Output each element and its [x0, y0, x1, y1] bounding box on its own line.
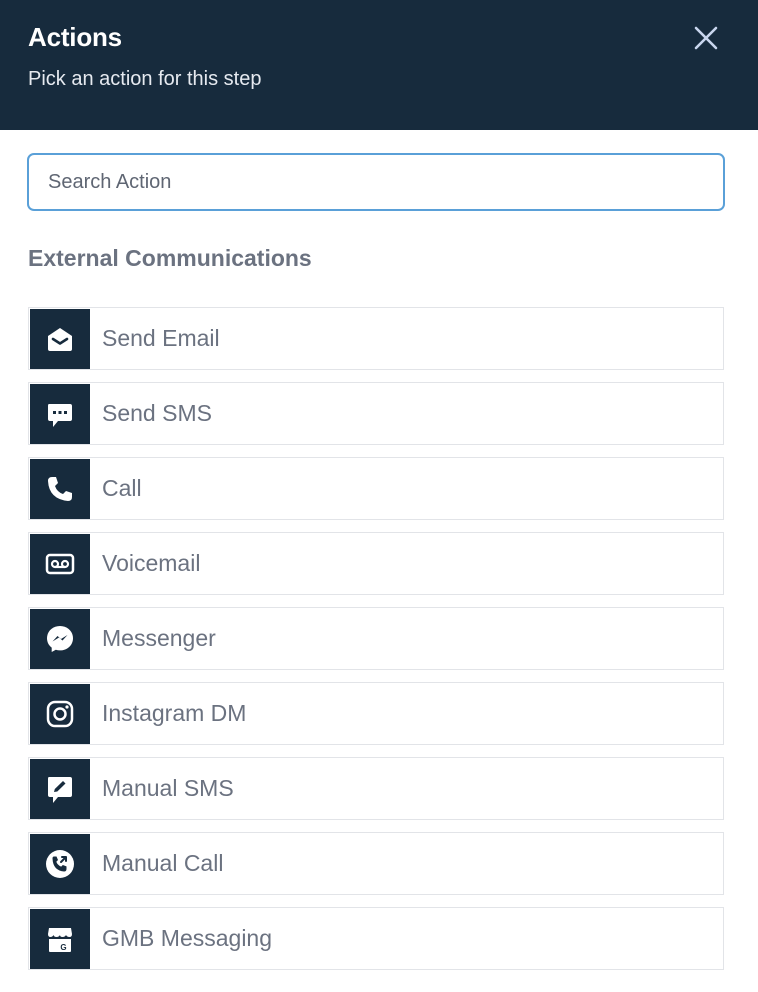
action-label: Call	[102, 475, 142, 501]
envelope-open-icon	[48, 328, 72, 351]
messenger-icon	[47, 626, 73, 652]
action-list: Send Email Send SMS Call Voicemail Messe…	[28, 307, 724, 982]
action-label: Instagram DM	[102, 700, 247, 726]
instagram-icon	[46, 700, 74, 728]
action-instagram-dm[interactable]: Instagram DM	[28, 682, 724, 745]
actions-panel-header: Actions Pick an action for this step	[0, 0, 758, 130]
action-send-email[interactable]: Send Email	[28, 307, 724, 370]
action-manual-call[interactable]: Manual Call	[28, 832, 724, 895]
action-messenger[interactable]: Messenger	[28, 607, 724, 670]
action-label: Manual SMS	[102, 775, 234, 801]
action-label: GMB Messaging	[102, 925, 273, 951]
close-button[interactable]	[690, 22, 722, 54]
panel-subtitle: Pick an action for this step	[28, 68, 262, 90]
panel-title: Actions	[28, 22, 122, 52]
action-call[interactable]: Call	[28, 457, 724, 520]
action-label: Send SMS	[102, 400, 212, 426]
action-label: Voicemail	[102, 550, 201, 576]
chat-pencil-icon	[48, 777, 72, 803]
storefront-icon: G	[48, 928, 72, 952]
phone-icon	[48, 477, 72, 501]
search-action-input[interactable]	[27, 153, 725, 211]
action-label: Messenger	[102, 625, 216, 651]
action-label: Manual Call	[102, 850, 224, 876]
phone-outgoing-icon	[46, 850, 74, 878]
action-manual-sms[interactable]: Manual SMS	[28, 757, 724, 820]
action-label: Send Email	[102, 325, 220, 351]
action-gmb-messaging[interactable]: G GMB Messaging	[28, 907, 724, 970]
action-voicemail[interactable]: Voicemail	[28, 532, 724, 595]
chat-dots-icon	[48, 404, 72, 427]
svg-text:G: G	[60, 943, 66, 952]
section-title-external-communications: External Communications	[28, 245, 312, 271]
close-icon	[694, 26, 718, 50]
action-send-sms[interactable]: Send SMS	[28, 382, 724, 445]
voicemail-icon	[45, 553, 75, 575]
